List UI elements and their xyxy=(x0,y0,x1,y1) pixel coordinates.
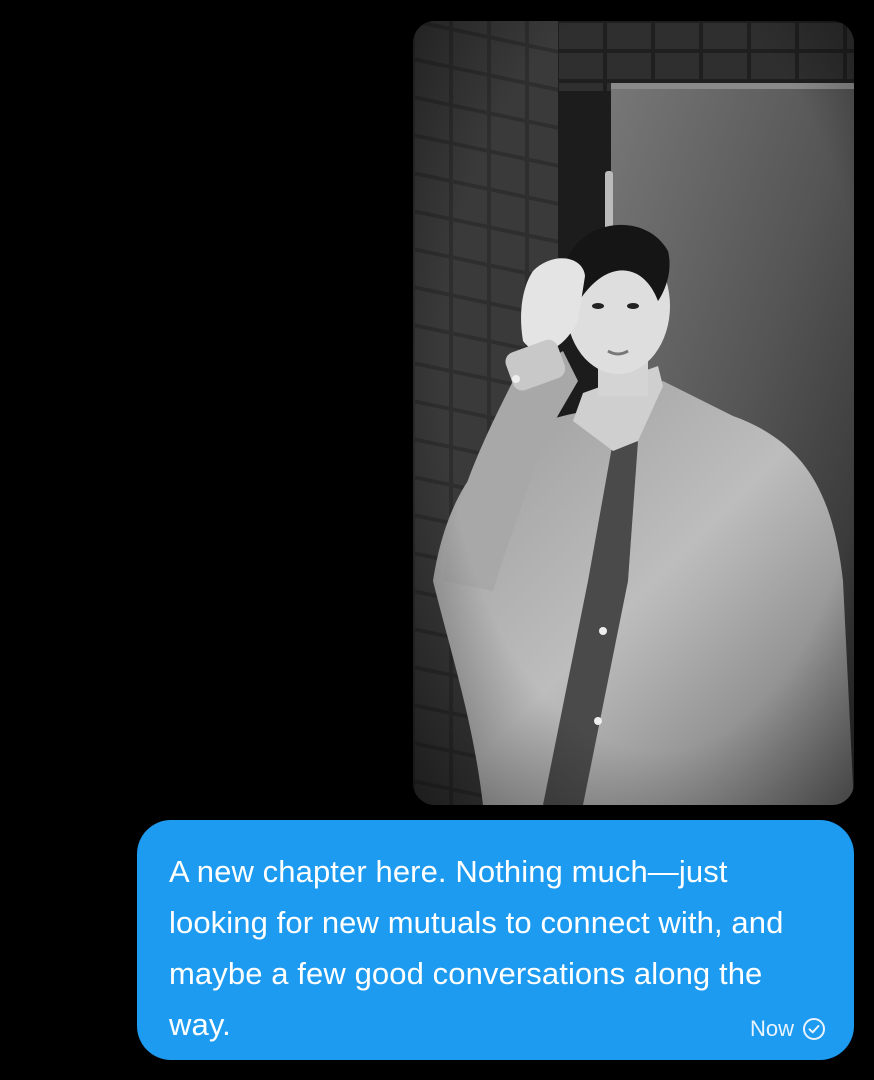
message-text: A new chapter here. Nothing much—just lo… xyxy=(169,854,784,1042)
image-message[interactable] xyxy=(413,21,854,805)
dm-conversation: A new chapter here. Nothing much—just lo… xyxy=(0,0,874,1080)
message-meta: Now xyxy=(750,1016,826,1042)
text-message-bubble[interactable]: A new chapter here. Nothing much—just lo… xyxy=(137,820,854,1060)
check-circle-icon xyxy=(802,1017,826,1041)
message-timestamp: Now xyxy=(749,1016,794,1041)
photo-person-icon xyxy=(413,21,854,805)
